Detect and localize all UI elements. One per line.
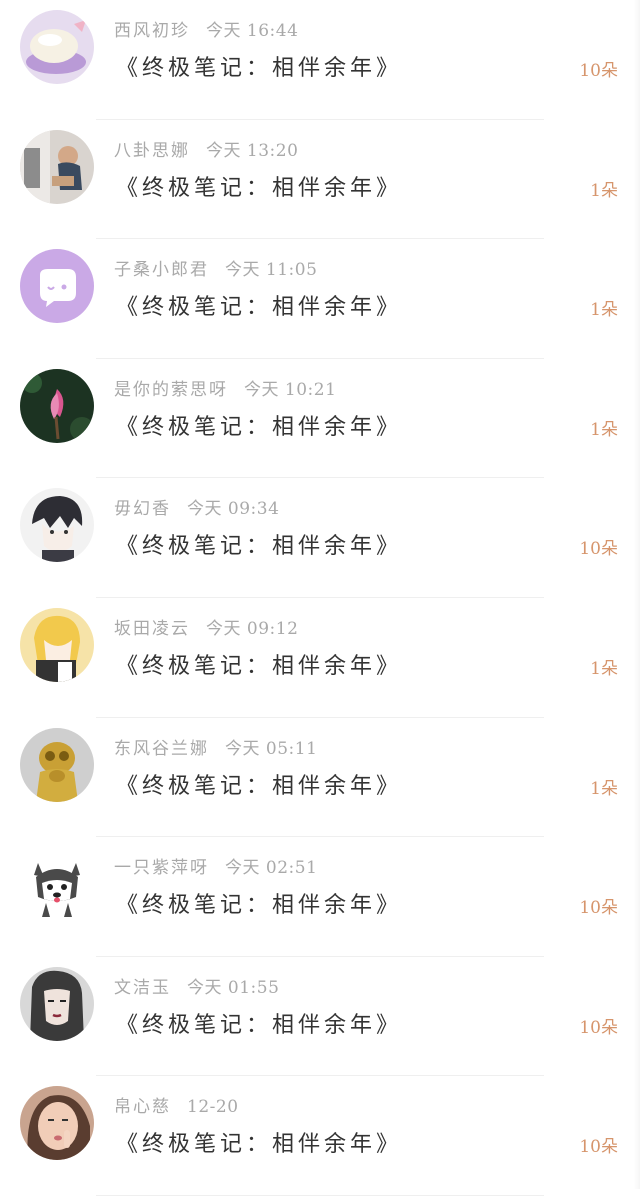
list-item[interactable]: 西风初珍 今天 16:44 《终极笔记：相伴余年》 10朵 xyxy=(0,0,640,120)
flower-count: 1朵 xyxy=(590,180,618,201)
user-name[interactable]: 西风初珍 xyxy=(114,21,190,41)
user-name[interactable]: 毋幻香 xyxy=(114,499,171,519)
timestamp: 今天 09:12 xyxy=(206,618,299,639)
scroll-edge xyxy=(634,0,640,1189)
list-item[interactable]: 子桑小郎君 今天 11:05 《终极笔记：相伴余年》 1朵 xyxy=(0,239,640,359)
husky-dog-icon[interactable] xyxy=(20,847,94,922)
list-item[interactable]: 一只紫萍呀 今天 02:51 《终极笔记：相伴余年》 10朵 xyxy=(0,837,640,957)
timestamp: 今天 09:34 xyxy=(187,499,280,520)
user-name[interactable]: 帛心慈 xyxy=(114,1097,171,1117)
timestamp: 今天 01:55 xyxy=(187,977,280,998)
flower-count: 10朵 xyxy=(579,539,618,560)
magnolia-icon[interactable] xyxy=(20,368,94,443)
portrait-girl-icon[interactable] xyxy=(20,966,94,1041)
child-photo-icon[interactable] xyxy=(20,129,94,204)
flower-count: 10朵 xyxy=(579,61,618,81)
list-item[interactable]: 文洁玉 今天 01:55 《终极笔记：相伴余年》 10朵 xyxy=(0,957,640,1077)
book-title[interactable]: 《终极笔记：相伴余年》 xyxy=(116,768,402,800)
book-title[interactable]: 《终极笔记：相伴余年》 xyxy=(116,170,402,202)
list-item[interactable]: 是你的萦思呀 今天 10:21 《终极笔记：相伴余年》 1朵 xyxy=(0,359,640,479)
book-title[interactable]: 《终极笔记：相伴余年》 xyxy=(116,289,402,321)
anime-girl-icon[interactable] xyxy=(20,607,94,682)
user-name[interactable]: 一只紫萍呀 xyxy=(114,858,209,878)
flower-count: 1朵 xyxy=(590,419,618,440)
list-item[interactable]: 帛心慈 12-20 《终极笔记：相伴余年》 10朵 xyxy=(0,1076,640,1196)
flower-count: 10朵 xyxy=(579,1017,618,1038)
user-name[interactable]: 是你的萦思呀 xyxy=(114,380,228,400)
timestamp: 今天 11:05 xyxy=(225,260,318,281)
user-name[interactable]: 八卦思娜 xyxy=(114,141,190,161)
list-item[interactable]: 毋幻香 今天 09:34 《终极笔记：相伴余年》 10朵 xyxy=(0,478,640,598)
flower-count: 1朵 xyxy=(590,300,618,321)
timestamp: 今天 13:20 xyxy=(206,140,299,161)
book-title[interactable]: 《终极笔记：相伴余年》 xyxy=(116,648,402,680)
flower-count: 10朵 xyxy=(579,1137,618,1158)
figurine-icon[interactable] xyxy=(20,727,94,802)
user-name[interactable]: 坂田凌云 xyxy=(114,619,190,639)
rice-bowl-icon[interactable] xyxy=(20,10,94,84)
flower-count: 1朵 xyxy=(590,658,618,679)
gift-record-list: 西风初珍 今天 16:44 《终极笔记：相伴余年》 10朵 八卦思娜 今天 13:2… xyxy=(0,0,640,1196)
user-name[interactable]: 东风谷兰娜 xyxy=(114,739,209,759)
timestamp: 今天 02:51 xyxy=(225,858,318,879)
timestamp: 今天 10:21 xyxy=(244,379,337,400)
list-item[interactable]: 东风谷兰娜 今天 05:11 《终极笔记：相伴余年》 1朵 xyxy=(0,718,640,838)
book-title[interactable]: 《终极笔记：相伴余年》 xyxy=(116,887,402,919)
book-title[interactable]: 《终极笔记：相伴余年》 xyxy=(116,50,402,82)
book-title[interactable]: 《终极笔记：相伴余年》 xyxy=(116,528,402,560)
anime-boy-icon[interactable] xyxy=(20,488,94,563)
book-title[interactable]: 《终极笔记：相伴余年》 xyxy=(116,1007,402,1039)
book-title[interactable]: 《终极笔记：相伴余年》 xyxy=(116,1126,402,1158)
timestamp: 12-20 xyxy=(187,1097,239,1118)
chat-bubble-icon[interactable] xyxy=(20,249,94,324)
user-name[interactable]: 文洁玉 xyxy=(114,978,171,998)
timestamp: 今天 05:11 xyxy=(225,738,318,759)
book-title[interactable]: 《终极笔记：相伴余年》 xyxy=(116,409,402,441)
list-item[interactable]: 八卦思娜 今天 13:20 《终极笔记：相伴余年》 1朵 xyxy=(0,120,640,240)
flower-count: 10朵 xyxy=(579,898,618,919)
list-item[interactable]: 坂田凌云 今天 09:12 《终极笔记：相伴余年》 1朵 xyxy=(0,598,640,718)
flower-count: 1朵 xyxy=(590,778,618,799)
timestamp: 今天 16:44 xyxy=(206,21,299,41)
user-name[interactable]: 子桑小郎君 xyxy=(114,260,209,280)
selfie-girl-icon[interactable] xyxy=(20,1086,94,1161)
